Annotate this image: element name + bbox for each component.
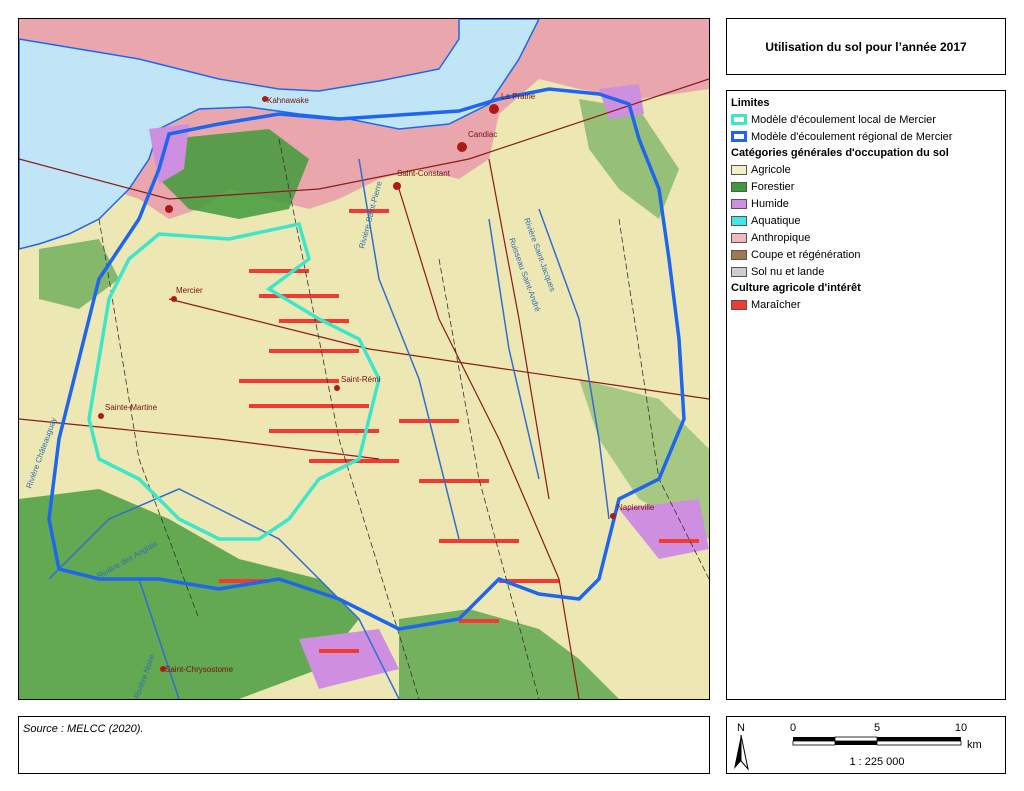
place-label-sainte-martine: Sainte-Martine <box>105 403 158 412</box>
legend-label: Anthropique <box>751 231 811 244</box>
legend-panel: Limites Modèle d'écoulement local de Mer… <box>726 90 1006 700</box>
land-use-map[interactable]: Kahnawake La Prairie Candiac Saint-Const… <box>19 19 709 699</box>
scale-graphic: N 0 5 10 km 1 : 225 000 <box>734 722 982 771</box>
legend-label: Maraîcher <box>751 298 801 311</box>
legend-label: Modèle d'écoulement régional de Mercier <box>751 130 953 143</box>
legend-swatch-humide <box>731 198 747 209</box>
legend-label: Humide <box>751 197 789 210</box>
legend-categories-heading: Catégories générales d'occupation du sol <box>731 147 949 159</box>
legend-item-forestier: Forestier <box>731 178 1005 195</box>
place-label-candiac: Candiac <box>468 130 497 139</box>
place-label-saint-chrysostome: Saint-Chrysostome <box>165 665 234 674</box>
legend-swatch-coupe <box>731 249 747 260</box>
north-arrow-icon-half <box>740 734 749 771</box>
legend-item-local-model: Modèle d'écoulement local de Mercier <box>731 111 1005 128</box>
legend-swatch-forestier <box>731 181 747 192</box>
legend-item-agricole: Agricole <box>731 161 1005 178</box>
source-panel: Source : MELCC (2020). <box>18 716 710 774</box>
scale-bar <box>792 736 962 746</box>
scale-tick-0: 0 <box>790 722 796 734</box>
legend-swatch-regional <box>731 131 747 142</box>
scale-unit: km <box>967 739 982 751</box>
place-label-mercier: Mercier <box>176 286 203 295</box>
map-title: Utilisation du sol pour l’année 2017 <box>765 39 967 54</box>
legend-swatch-local <box>731 114 747 125</box>
legend-item-regional-model: Modèle d'écoulement régional de Mercier <box>731 128 1005 145</box>
title-panel: Utilisation du sol pour l’année 2017 <box>726 18 1006 75</box>
scale-tick-10: 10 <box>955 722 967 734</box>
legend-item-anthropique: Anthropique <box>731 229 1005 246</box>
place-label-saint-constant: Saint-Constant <box>397 169 451 178</box>
legend-swatch-agricole <box>731 164 747 175</box>
legend-label: Agricole <box>751 163 791 176</box>
legend-item-maraicher: Maraîcher <box>731 296 1005 313</box>
legend-swatch-maraicher <box>731 299 747 310</box>
place-label-kahnawake: Kahnawake <box>267 96 309 105</box>
legend-interest-heading: Culture agricole d'intérêt <box>731 282 861 294</box>
legend-item-aquatique: Aquatique <box>731 212 1005 229</box>
north-label: N <box>737 722 745 734</box>
legend-item-humide: Humide <box>731 195 1005 212</box>
source-text: Source : MELCC (2020). <box>23 723 144 735</box>
legend-item-coupe: Coupe et régénération <box>731 246 1005 263</box>
scale-panel: N 0 5 10 km 1 : 225 000 <box>726 716 1006 774</box>
legend-swatch-anthropique <box>731 232 747 243</box>
north-arrow-icon <box>734 735 741 769</box>
place-label-napierville: Napierville <box>617 503 655 512</box>
legend-label: Aquatique <box>751 214 801 227</box>
legend-label: Modèle d'écoulement local de Mercier <box>751 113 936 126</box>
legend-label: Sol nu et lande <box>751 265 825 278</box>
legend-label: Forestier <box>751 180 795 193</box>
legend-swatch-aquatique <box>731 215 747 226</box>
place-label-saint-remi: Saint-Rémi <box>341 375 381 384</box>
legend-label: Coupe et régénération <box>751 248 861 261</box>
place-label-la-prairie: La Prairie <box>501 92 536 101</box>
scale-ratio: 1 : 225 000 <box>849 756 904 768</box>
legend-item-sol-nu: Sol nu et lande <box>731 263 1005 280</box>
scale-tick-5: 5 <box>874 722 880 734</box>
legend-swatch-sol-nu <box>731 266 747 277</box>
map-frame[interactable]: Kahnawake La Prairie Candiac Saint-Const… <box>18 18 710 700</box>
legend-limits-heading: Limites <box>731 97 770 109</box>
